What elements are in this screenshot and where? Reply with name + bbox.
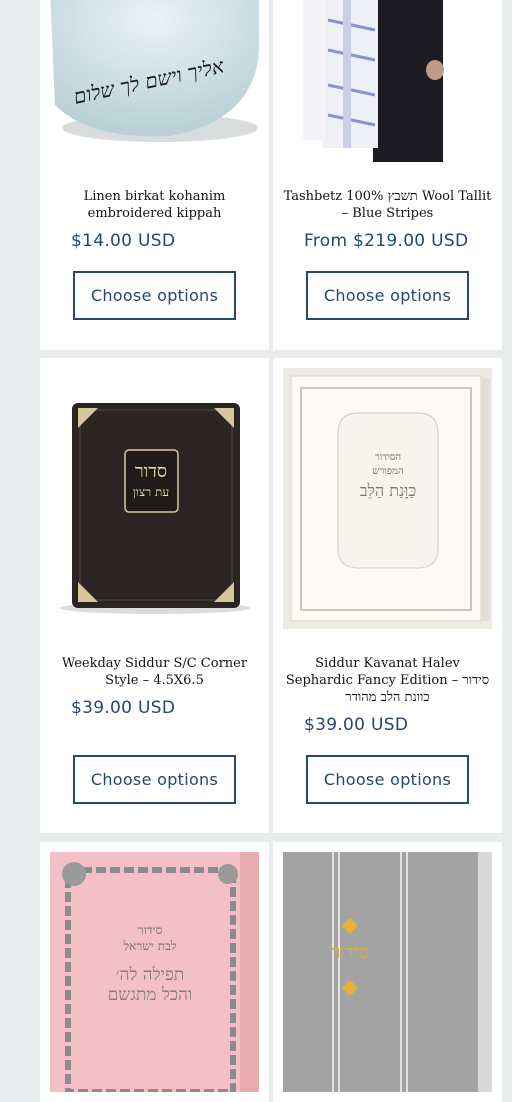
- product-image-silver-siddur[interactable]: סידור: [283, 852, 492, 1092]
- product-title[interactable]: Linen birkat kohanim embroidered kippah: [50, 188, 259, 222]
- cover-line-2: המפורש: [372, 466, 404, 477]
- cover-line-3: כַּוָּנַת הַלֵּב: [360, 481, 416, 500]
- product-image-tallit[interactable]: [283, 0, 492, 162]
- product-image-weekday-siddur[interactable]: סדור עת רצון: [50, 368, 259, 629]
- siddur-cover-subtitle: עת רצון: [133, 485, 169, 499]
- cover-line-1: הסידור: [375, 452, 402, 463]
- product-title[interactable]: Siddur Kavanat Halev Sephardic Fancy Edi…: [283, 655, 492, 706]
- choose-options-button[interactable]: Choose options: [306, 755, 469, 804]
- choose-options-button[interactable]: Choose options: [73, 271, 236, 320]
- product-image-pink-siddur[interactable]: סידור לבת ישראל תפילה לה׳ והכל מתגשם: [50, 852, 259, 1092]
- product-card: סידור: [273, 842, 502, 1102]
- cover-line-4: והכל מתגשם: [108, 985, 193, 1005]
- choose-options-button[interactable]: Choose options: [306, 271, 469, 320]
- product-image-kavanat-halev[interactable]: הסידור המפורש כַּוָּנַת הַלֵּב: [283, 368, 492, 629]
- product-title[interactable]: Weekday Siddur S/C Corner Style – 4.5X6.…: [50, 655, 259, 689]
- cover-line-2: לבת ישראל: [123, 939, 177, 953]
- cover-line-3: תפילה לה׳: [116, 965, 185, 985]
- siddur-cover-title: סדור: [135, 461, 167, 482]
- product-title[interactable]: Tashbetz 100% תשבץ Wool Tallit – Blue St…: [283, 188, 492, 222]
- product-card: סדור עת רצון Weekday Siddur S/C Corner S…: [40, 358, 269, 833]
- product-price: $39.00 USD: [71, 698, 176, 718]
- product-image-kippah[interactable]: אליך וישם לך שלום: [50, 0, 259, 160]
- product-price: $39.00 USD: [304, 715, 409, 735]
- product-price: From $219.00 USD: [304, 231, 469, 251]
- cover-line-1: סידור: [138, 923, 163, 937]
- product-card: אליך וישם לך שלום Linen birkat kohanim e…: [40, 0, 269, 350]
- cover-title: סידור: [331, 942, 368, 963]
- choose-options-button[interactable]: Choose options: [73, 755, 236, 804]
- product-card: Tashbetz 100% תשבץ Wool Tallit – Blue St…: [273, 0, 502, 350]
- product-price: $14.00 USD: [71, 231, 176, 251]
- product-card: סידור לבת ישראל תפילה לה׳ והכל מתגשם: [40, 842, 269, 1102]
- product-card: הסידור המפורש כַּוָּנַת הַלֵּב Siddur Ka…: [273, 358, 502, 833]
